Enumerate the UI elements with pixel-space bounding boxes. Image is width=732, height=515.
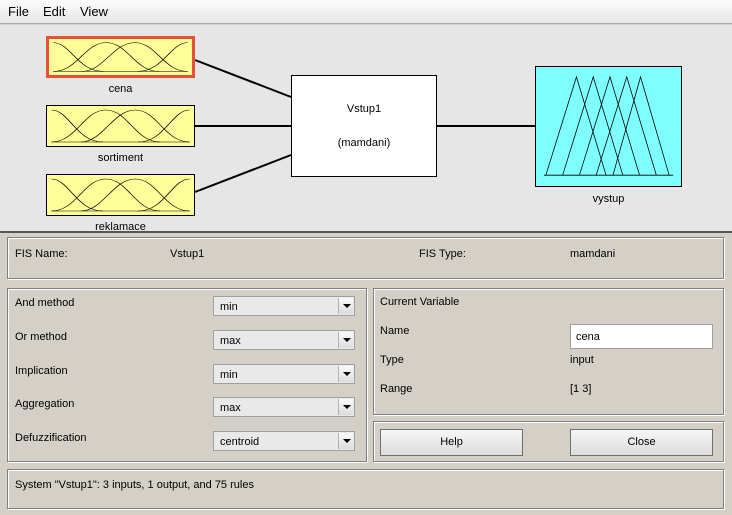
menu-bar: File Edit View (0, 0, 732, 24)
input-mf-cena[interactable] (46, 36, 195, 78)
current-variable-title: Current Variable (380, 296, 460, 308)
input-label-reklamace: reklamace (95, 221, 146, 233)
input-label-sortiment: sortiment (97, 152, 144, 164)
help-button[interactable]: Help (380, 429, 523, 456)
or-method-label: Or method (15, 331, 67, 343)
status-text: System "Vstup1": 3 inputs, 1 output, and… (15, 479, 254, 491)
chevron-down-icon[interactable] (338, 332, 353, 348)
variable-type-value: input (570, 354, 594, 366)
chevron-down-icon[interactable] (338, 298, 353, 314)
or-method-select[interactable]: max (213, 330, 355, 350)
or-method-value: max (220, 335, 241, 347)
mf-curves-icon (53, 42, 188, 72)
aggregation-label: Aggregation (15, 398, 75, 410)
status-panel: System "Vstup1": 3 inputs, 1 output, and… (7, 469, 724, 509)
fis-system-type: (mamdani) (337, 137, 391, 149)
defuzzification-label: Defuzzification (15, 432, 87, 444)
chevron-down-icon[interactable] (338, 433, 353, 449)
fis-name-label: FIS Name: (15, 248, 68, 260)
triangle-mf-icon (543, 75, 674, 176)
variable-type-label: Type (380, 354, 404, 366)
methods-panel: And method min Or method max Implication… (7, 288, 367, 462)
menu-edit[interactable]: Edit (43, 4, 65, 19)
output-label-vystup: vystup (592, 193, 625, 205)
defuzzification-value: centroid (220, 436, 260, 448)
fis-system-name: Vstup1 (346, 103, 382, 115)
chevron-down-icon[interactable] (338, 366, 353, 382)
menu-file[interactable]: File (8, 4, 29, 19)
implication-label: Implication (15, 365, 68, 377)
close-button[interactable]: Close (570, 429, 713, 456)
aggregation-value: max (220, 402, 241, 414)
current-variable-panel: Current Variable Name Type input Range [… (373, 288, 724, 415)
mf-curves-icon (51, 109, 190, 143)
aggregation-select[interactable]: max (213, 397, 355, 417)
mf-curves-icon (51, 178, 190, 212)
variable-name-label: Name (380, 325, 410, 337)
and-method-select[interactable]: min (213, 296, 355, 316)
input-label-cena: cena (108, 83, 133, 95)
fis-diagram: cena sortiment reklamace Vstup1 (mamdani… (0, 25, 732, 233)
and-method-value: min (220, 301, 238, 313)
implication-select[interactable]: min (213, 364, 355, 384)
menu-view[interactable]: View (80, 4, 108, 19)
variable-name-value: cena (576, 331, 600, 343)
variable-range-label: Range (380, 383, 413, 395)
fis-type-label: FIS Type: (419, 248, 466, 260)
fis-type-value: mamdani (570, 248, 616, 260)
fis-info-panel: FIS Name: Vstup1 FIS Type: mamdani (7, 237, 724, 279)
chevron-down-icon[interactable] (338, 399, 353, 415)
and-method-label: And method (15, 297, 75, 309)
fis-name-value: Vstup1 (170, 248, 205, 260)
input-mf-reklamace[interactable] (46, 174, 195, 216)
defuzzification-select[interactable]: centroid (213, 431, 355, 451)
variable-name-input[interactable]: cena (570, 324, 713, 349)
implication-value: min (220, 369, 238, 381)
output-mf-vystup[interactable] (535, 66, 682, 187)
fis-system-box[interactable]: Vstup1 (mamdani) (291, 75, 437, 177)
variable-range-value: [1 3] (570, 383, 592, 395)
input-mf-sortiment[interactable] (46, 105, 195, 147)
